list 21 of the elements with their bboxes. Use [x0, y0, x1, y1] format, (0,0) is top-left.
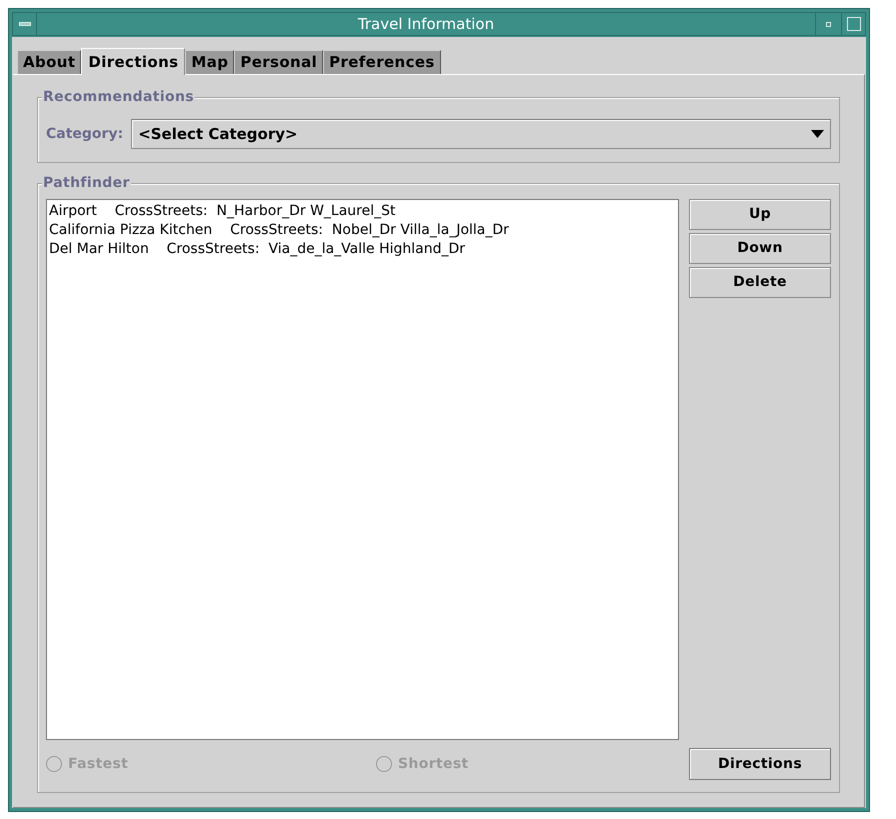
tab[interactable]: Personal — [234, 50, 324, 74]
category-label: Category: — [46, 124, 124, 144]
list-button[interactable]: Down — [689, 233, 831, 264]
maximize-icon — [846, 17, 860, 31]
tab[interactable]: Preferences — [323, 50, 441, 74]
directions-button[interactable]: Directions — [689, 748, 831, 780]
list-button[interactable]: Delete — [689, 267, 831, 298]
minimize-icon — [826, 22, 831, 26]
tab[interactable]: About — [17, 50, 82, 74]
minus-icon — [18, 22, 30, 26]
route-item[interactable]: Del Mar Hilton CrossStreets: Via_de_la_Valle Highland_Dr — [49, 240, 676, 259]
list-button[interactable]: Up — [689, 199, 831, 230]
window-title: Travel Information — [356, 14, 496, 35]
tab[interactable]: Directions — [81, 48, 186, 75]
route-item[interactable]: Airport CrossStreets: N_Harbor_Dr W_Laurel_St — [49, 202, 676, 221]
tab[interactable]: Map — [185, 50, 234, 74]
category-dropdown[interactable]: <Select Category> — [131, 119, 831, 149]
radio-label: Fastest — [68, 754, 128, 774]
radio-label: Shortest — [398, 754, 469, 774]
dropdown-arrow-icon — [811, 130, 824, 138]
route-item[interactable]: California Pizza Kitchen CrossStreets: Nobel_Dr Villa_la_Jolla_Dr — [49, 221, 676, 240]
